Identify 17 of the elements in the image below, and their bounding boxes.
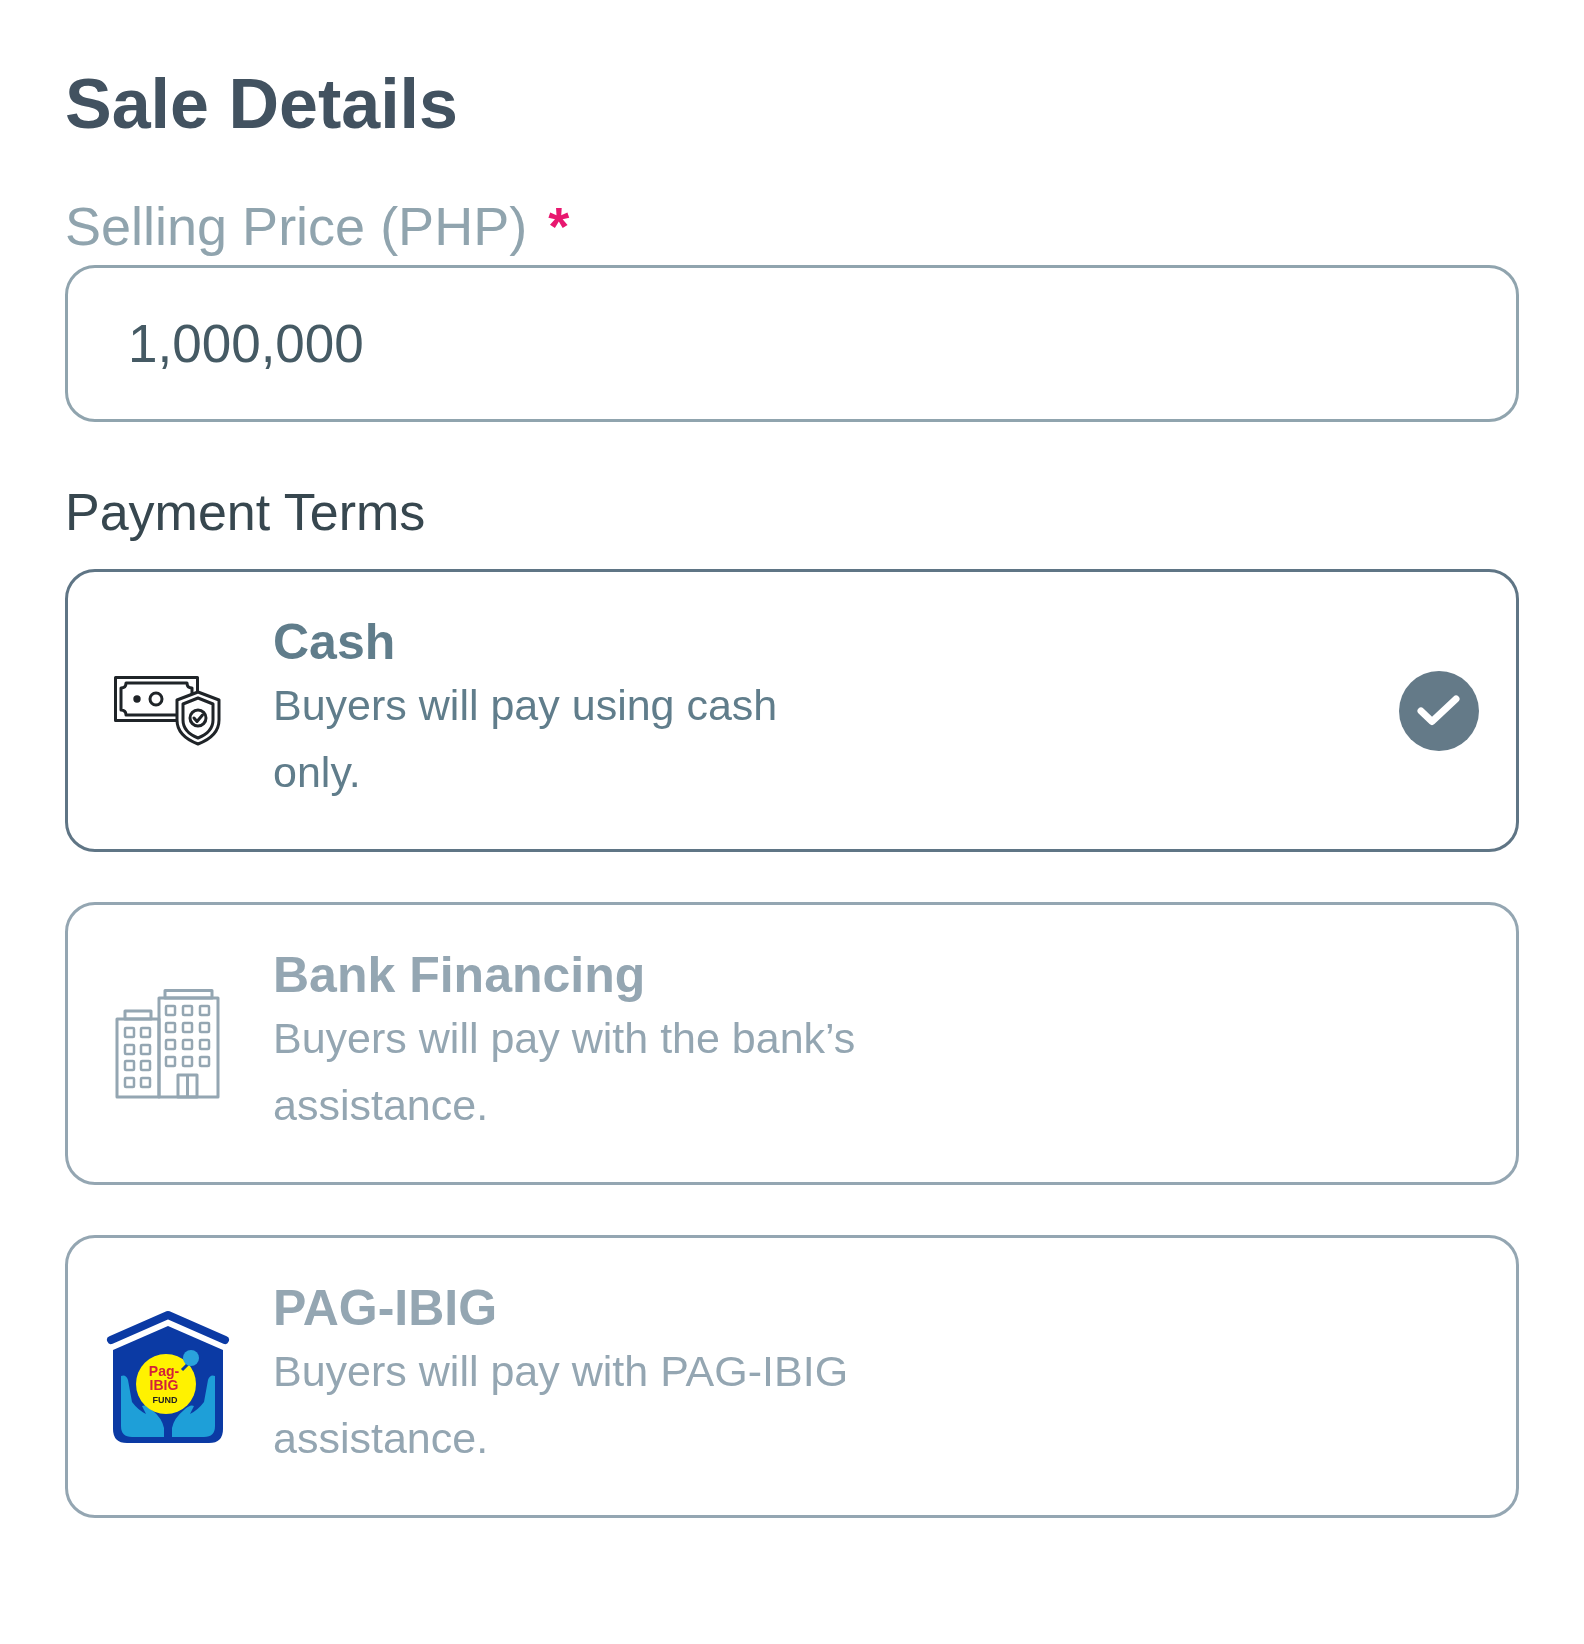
house-logo: Pag- IBIG FUND [106,1309,230,1444]
option-title: Cash [273,613,396,672]
banknote-shield-icon [114,675,222,746]
buildings-icon [115,988,221,1099]
option-title: Bank Financing [273,946,646,1005]
payment-option-card[interactable]: Cash Buyers will pay using cash only. [65,569,1519,852]
page-title: Sale Details [65,64,458,145]
required-mark: * [548,195,570,258]
option-description: Buyers will pay using cash only. [273,680,779,798]
payment-option-card[interactable]: Pag- IBIG FUND PAG-IBIG Buyers will pay with PAG-IBIG assistance. [65,1235,1519,1518]
section-label: Payment Terms [65,482,426,543]
selling-price-input[interactable]: 1,000,000 [65,265,1519,422]
option-description: Buyers will pay with the bank’s assistance. [273,1013,857,1131]
check-circle-icon [1399,670,1479,751]
option-description: Buyers will pay with PAG-IBIG assistance. [273,1346,850,1464]
field-label: Selling Price (PHP) [65,195,528,258]
option-title: PAG-IBIG [273,1279,498,1338]
